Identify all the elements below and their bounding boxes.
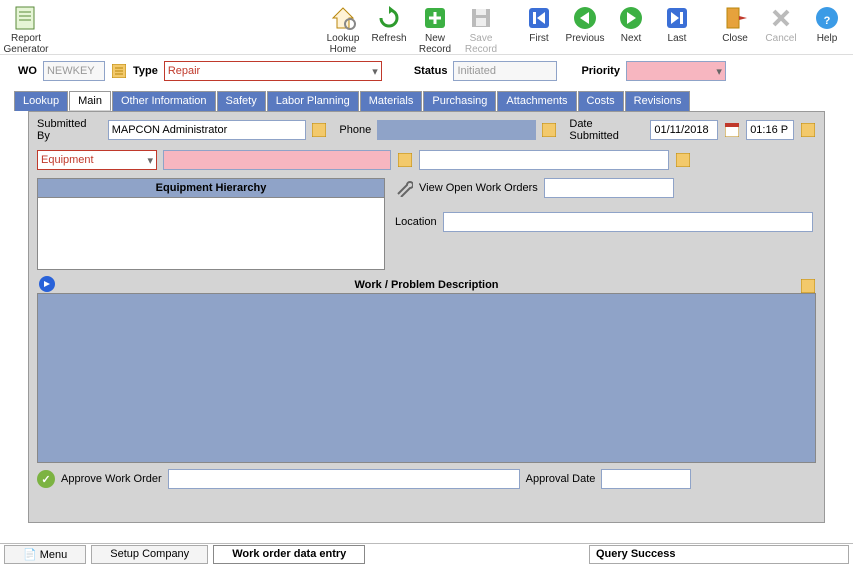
location-label: Location [395,216,437,228]
tab-lookup[interactable]: Lookup [14,91,68,111]
wrench-icon [395,179,413,197]
phone-input[interactable] [377,120,535,140]
main-toolbar: Report Generator Lookup Home Refresh New… [0,0,853,55]
equipment-hierarchy-header: Equipment Hierarchy [37,178,385,198]
phone-picker[interactable] [542,120,558,140]
entity-desc-input[interactable] [419,150,669,170]
date-submitted-label: Date Submitted [569,118,644,142]
cancel-icon [767,4,795,32]
main-tab-panel: Submitted By Phone Date Submitted ▾ [28,111,825,523]
time-submitted-input[interactable] [746,120,794,140]
tab-other-information[interactable]: Other Information [112,91,216,111]
tabs-container: LookupMainOther InformationSafetyLabor P… [14,91,839,523]
entity-picker[interactable] [397,150,413,170]
tab-revisions[interactable]: Revisions [625,91,691,111]
refresh-icon [375,4,403,32]
submitted-by-label: Submitted By [37,118,102,142]
wo-input[interactable] [43,61,105,81]
save-icon [467,4,495,32]
wo-picker[interactable] [111,61,127,81]
priority-select[interactable] [626,61,726,81]
equipment-hierarchy-tree[interactable] [37,198,385,270]
last-icon [663,4,691,32]
check-icon: ✓ [37,470,55,488]
approval-date-label: Approval Date [526,473,596,485]
svg-text:?: ? [824,15,831,27]
type-select[interactable] [164,61,382,81]
status-message: Query Success [589,545,849,564]
plus-icon [421,4,449,32]
save-record-button: Save Record [459,2,503,57]
report-generator-label: Report Generator [3,33,48,55]
wo-label: WO [18,65,37,77]
approval-date-input[interactable] [601,469,691,489]
submitted-by-picker[interactable] [312,120,328,140]
expand-icon[interactable] [39,276,55,292]
report-icon [12,4,40,32]
location-input[interactable] [443,212,813,232]
tab-costs[interactable]: Costs [578,91,624,111]
first-button[interactable]: First [517,2,561,57]
status-bar: 📄 Menu Setup Company Work order data ent… [0,543,853,565]
view-open-wo-input[interactable] [544,178,674,198]
wpd-textarea[interactable] [37,293,816,463]
status-label: Status [414,65,448,77]
header-row: WO Type ▾ Status Priority ▾ [0,55,853,87]
view-open-wo-label[interactable]: View Open Work Orders [419,182,538,194]
wpd-picker[interactable] [800,276,816,296]
first-icon [525,4,553,32]
menu-button[interactable]: 📄 Menu [4,545,86,564]
tab-materials[interactable]: Materials [360,91,423,111]
door-icon [721,4,749,32]
tab-labor-planning[interactable]: Labor Planning [267,91,359,111]
report-generator-button[interactable]: Report Generator [4,2,48,57]
priority-label: Priority [581,65,620,77]
time-picker[interactable] [800,120,816,140]
approve-wo-label[interactable]: Approve Work Order [61,473,162,485]
help-icon: ? [813,4,841,32]
lookup-home-button[interactable]: Lookup Home [321,2,365,57]
previous-button[interactable]: Previous [563,2,607,57]
wpd-title: Work / Problem Description [37,276,816,291]
approve-input[interactable] [168,469,520,489]
tab-safety[interactable]: Safety [217,91,266,111]
entity-type-select[interactable] [37,150,157,170]
tab-main[interactable]: Main [69,91,111,111]
wo-entry-button[interactable]: Work order data entry [213,545,365,564]
phone-label: Phone [339,124,371,136]
new-record-button[interactable]: New Record [413,2,457,57]
date-submitted-input[interactable] [650,120,718,140]
help-button[interactable]: ? Help [805,2,849,57]
submitted-by-input[interactable] [108,120,306,140]
cancel-button: Cancel [759,2,803,57]
status-input [453,61,557,81]
refresh-button[interactable]: Refresh [367,2,411,57]
calendar-icon[interactable] [724,120,740,140]
next-button[interactable]: Next [609,2,653,57]
last-button[interactable]: Last [655,2,699,57]
next-icon [617,4,645,32]
previous-icon [571,4,599,32]
type-label: Type [133,65,158,77]
entity-desc-picker[interactable] [675,150,691,170]
home-icon [329,4,357,32]
tab-purchasing[interactable]: Purchasing [423,91,496,111]
setup-company-button[interactable]: Setup Company [91,545,208,564]
entity-id-input[interactable] [163,150,391,170]
close-button[interactable]: Close [713,2,757,57]
tab-attachments[interactable]: Attachments [497,91,576,111]
